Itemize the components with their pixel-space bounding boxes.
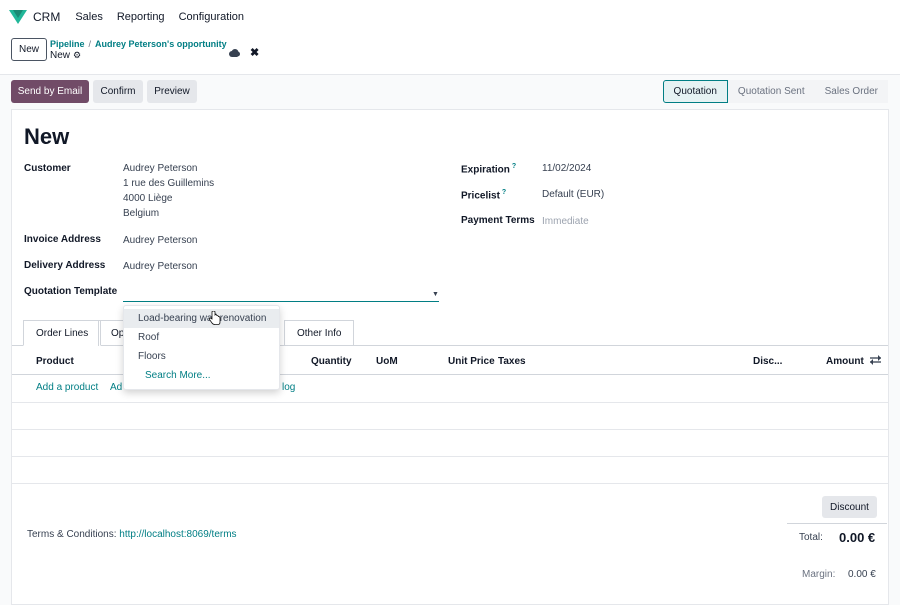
delivery-address-field[interactable]: Audrey Peterson: [123, 259, 198, 274]
pricelist-label: Pricelist?: [461, 189, 506, 201]
payment-terms-label: Payment Terms: [461, 215, 535, 226]
top-navbar: CRM Sales Reporting Configuration: [0, 0, 900, 33]
customer-label: Customer: [24, 163, 71, 174]
dropdown-option-floors[interactable]: Floors: [124, 347, 279, 366]
payment-terms-field[interactable]: Immediate: [542, 214, 589, 229]
new-button[interactable]: New: [11, 38, 47, 61]
menu-sales[interactable]: Sales: [75, 11, 103, 23]
app-name[interactable]: CRM: [33, 10, 60, 24]
preview-button[interactable]: Preview: [147, 80, 197, 103]
invoice-address-field[interactable]: Audrey Peterson: [123, 233, 198, 248]
expiration-label: Expiration?: [461, 163, 516, 175]
main-menu: Sales Reporting Configuration: [75, 11, 258, 23]
terms-conditions: Terms & Conditions: http://localhost:806…: [27, 529, 237, 540]
help-icon[interactable]: ?: [512, 163, 516, 170]
customer-city: 4000 Liège: [123, 193, 173, 204]
discard-close-icon[interactable]: ✖: [250, 46, 259, 59]
tab-other-info[interactable]: Other Info: [284, 320, 355, 346]
catalog-link[interactable]: log: [282, 382, 295, 393]
tab-order-lines[interactable]: Order Lines: [23, 320, 102, 346]
quotation-template-label: Quotation Template: [24, 286, 118, 297]
col-amount[interactable]: Amount: [826, 356, 864, 367]
dropdown-option-roof[interactable]: Roof: [124, 328, 279, 347]
gear-icon[interactable]: ⚙: [73, 50, 81, 61]
totals-divider: [787, 523, 887, 524]
terms-label: Terms & Conditions:: [27, 529, 117, 540]
dropdown-option-load-bearing-wall[interactable]: Load-bearing wall renovation: [124, 309, 279, 328]
customer-field[interactable]: Audrey Peterson 1 rue des Guillemins 400…: [123, 161, 214, 221]
status-bar: Quotation Quotation Sent Sales Order: [662, 80, 888, 103]
table-row-divider: [12, 483, 888, 484]
col-taxes[interactable]: Taxes: [498, 356, 526, 367]
col-product[interactable]: Product: [36, 356, 74, 367]
control-panel: New Pipeline / Audrey Peterson's opportuni…: [0, 33, 900, 75]
caret-down-icon[interactable]: ▼: [432, 291, 439, 298]
total-label: Total:: [799, 532, 823, 543]
breadcrumb-pipeline[interactable]: Pipeline: [50, 39, 85, 49]
table-row-divider: [12, 429, 888, 430]
customer-name: Audrey Peterson: [123, 163, 198, 174]
col-quantity[interactable]: Quantity: [311, 356, 352, 367]
quotation-template-input[interactable]: [123, 301, 439, 302]
breadcrumb: Pipeline / Audrey Peterson's opportunity: [50, 39, 227, 49]
page-title: New: [24, 124, 70, 149]
pricelist-label-text: Pricelist: [461, 190, 500, 202]
margin-value: 0.00 €: [848, 569, 876, 580]
action-bar: Send by Email Confirm Preview Quotation …: [0, 75, 900, 109]
terms-link[interactable]: http://localhost:8069/terms: [119, 529, 236, 540]
crm-logo-icon[interactable]: [9, 9, 27, 24]
template-autocomplete-dropdown: Load-bearing wall renovation Roof Floors…: [123, 305, 280, 390]
save-cloud-icon[interactable]: [229, 49, 240, 57]
help-icon[interactable]: ?: [502, 189, 506, 196]
delivery-address-label: Delivery Address: [24, 260, 106, 271]
col-discount[interactable]: Disc...: [753, 356, 782, 367]
table-row-divider: [12, 402, 888, 403]
stage-quotation-sent[interactable]: Quotation Sent: [727, 80, 815, 103]
breadcrumb-opportunity[interactable]: Audrey Peterson's opportunity: [95, 39, 227, 49]
confirm-button[interactable]: Confirm: [93, 80, 143, 103]
add-product-link[interactable]: Add a product: [36, 382, 98, 393]
customer-country: Belgium: [123, 208, 160, 219]
dropdown-search-more[interactable]: Search More...: [124, 366, 279, 385]
send-by-email-button[interactable]: Send by Email: [11, 80, 89, 103]
discount-button[interactable]: Discount: [822, 496, 877, 518]
stage-sales-order[interactable]: Sales Order: [814, 80, 888, 103]
margin-label: Margin:: [802, 569, 836, 580]
optional-columns-icon[interactable]: [870, 355, 881, 365]
col-uom[interactable]: UoM: [376, 356, 398, 367]
menu-configuration[interactable]: Configuration: [179, 11, 244, 23]
expiration-label-text: Expiration: [461, 164, 510, 176]
customer-street: 1 rue des Guillemins: [123, 178, 215, 189]
invoice-address-label: Invoice Address: [24, 234, 101, 245]
total-value: 0.00 €: [839, 530, 876, 545]
stage-quotation[interactable]: Quotation: [662, 80, 728, 103]
col-unit-price[interactable]: Unit Price: [448, 356, 495, 367]
record-label: New: [50, 50, 71, 61]
expiration-field[interactable]: 11/02/2024: [542, 161, 591, 176]
hand-cursor-icon: [209, 311, 221, 325]
pricelist-field[interactable]: Default (EUR): [542, 187, 604, 202]
menu-reporting[interactable]: Reporting: [117, 11, 165, 23]
add-section-link[interactable]: Ad: [110, 382, 122, 393]
table-row-divider: [12, 456, 888, 457]
record-name: New ⚙: [50, 50, 81, 61]
